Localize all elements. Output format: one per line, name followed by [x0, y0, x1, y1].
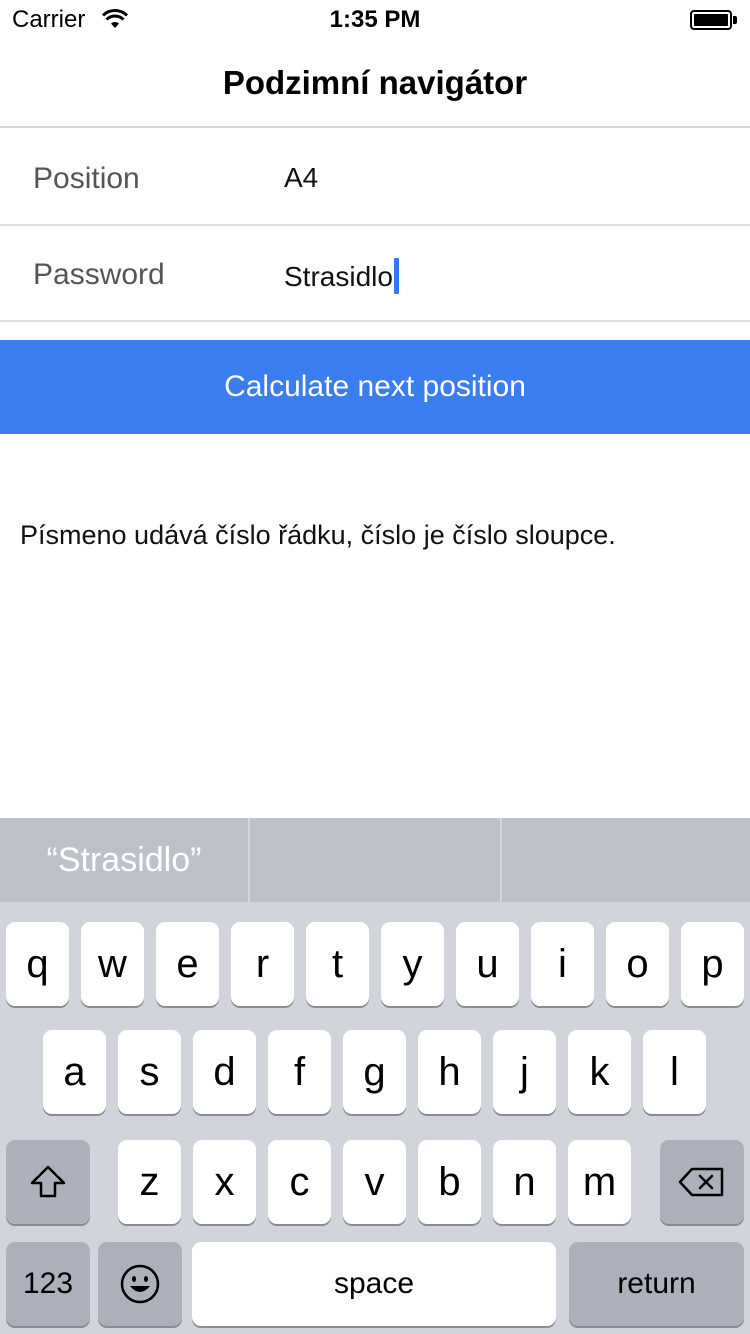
- key-a[interactable]: a: [43, 1030, 106, 1114]
- key-m[interactable]: m: [568, 1140, 631, 1224]
- key-c[interactable]: c: [268, 1140, 331, 1224]
- key-b[interactable]: b: [418, 1140, 481, 1224]
- help-text: Písmeno udává číslo řádku, číslo je čísl…: [20, 520, 616, 550]
- calculate-button[interactable]: Calculate next position: [0, 340, 750, 434]
- key-p[interactable]: p: [681, 922, 744, 1006]
- status-bar: Carrier 1:35 PM: [0, 0, 750, 40]
- keyboard: “Strasidlo” qwertyuiop asdfghjkl zxcvbnm…: [0, 818, 750, 1334]
- key-x[interactable]: x: [193, 1140, 256, 1224]
- key-o[interactable]: o: [606, 922, 669, 1006]
- suggestion-1[interactable]: “Strasidlo”: [0, 818, 248, 902]
- shift-icon: [30, 1165, 66, 1198]
- battery-icon: [690, 10, 738, 30]
- backspace-key[interactable]: [660, 1140, 744, 1224]
- status-time: 1:35 PM: [329, 6, 421, 33]
- text-cursor: [393, 258, 399, 294]
- key-u[interactable]: u: [456, 922, 519, 1006]
- key-r[interactable]: r: [231, 922, 294, 1006]
- navigation-bar: Podzimní navigátor: [0, 40, 750, 128]
- key-e[interactable]: e: [156, 922, 219, 1006]
- emoji-key[interactable]: [98, 1242, 182, 1326]
- numbers-key[interactable]: 123: [6, 1242, 90, 1326]
- return-key[interactable]: return: [569, 1242, 744, 1326]
- key-t[interactable]: t: [306, 922, 369, 1006]
- key-n[interactable]: n: [493, 1140, 556, 1224]
- emoji-icon: [120, 1264, 160, 1304]
- backspace-icon: [678, 1167, 724, 1197]
- key-s[interactable]: s: [118, 1030, 181, 1114]
- key-f[interactable]: f: [268, 1030, 331, 1114]
- key-i[interactable]: i: [531, 922, 594, 1006]
- suggestion-2[interactable]: [250, 818, 500, 902]
- space-key[interactable]: space: [192, 1242, 556, 1326]
- key-g[interactable]: g: [343, 1030, 406, 1114]
- key-h[interactable]: h: [418, 1030, 481, 1114]
- suggestion-3[interactable]: [502, 818, 750, 902]
- key-q[interactable]: q: [6, 922, 69, 1006]
- key-z[interactable]: z: [118, 1140, 181, 1224]
- key-l[interactable]: l: [643, 1030, 706, 1114]
- page-title: Podzimní navigátor: [222, 64, 528, 101]
- key-y[interactable]: y: [381, 922, 444, 1006]
- key-v[interactable]: v: [343, 1140, 406, 1224]
- key-w[interactable]: w: [81, 922, 144, 1006]
- key-j[interactable]: j: [493, 1030, 556, 1114]
- position-row: Position A4: [0, 130, 750, 226]
- shift-key[interactable]: [6, 1140, 90, 1224]
- key-d[interactable]: d: [193, 1030, 256, 1114]
- key-k[interactable]: k: [568, 1030, 631, 1114]
- position-label: Position: [33, 162, 140, 195]
- position-field[interactable]: A4: [284, 162, 318, 194]
- password-row: Password Strasidlo: [0, 226, 750, 322]
- password-value: Strasidlo: [284, 261, 393, 292]
- suggestion-bar: “Strasidlo”: [0, 818, 750, 902]
- password-field[interactable]: Strasidlo: [284, 258, 399, 294]
- password-label: Password: [33, 258, 165, 291]
